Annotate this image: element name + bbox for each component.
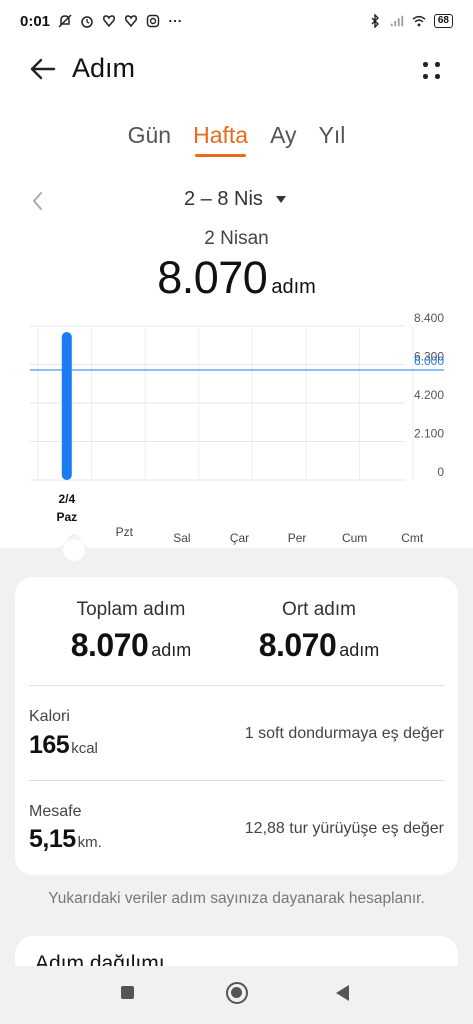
app-header: Adım (0, 50, 473, 90)
selected-steps-value: 8.070 (157, 252, 268, 303)
data-footnote: Yukarıdaki veriler adım sayınıza dayanar… (48, 890, 425, 907)
y-tick-label: 0 (437, 465, 444, 479)
back-triangle-icon[interactable] (336, 985, 349, 1001)
y-tick-label: 4.200 (414, 388, 444, 402)
calorie-value: 165 (29, 731, 70, 759)
total-steps-value: 8.070 (70, 627, 149, 663)
more-options-icon[interactable] (421, 60, 443, 82)
period-selector: 2 – 8 Nis (0, 188, 473, 214)
y-tick-label: 8.400 (414, 311, 444, 325)
caret-down-icon[interactable] (276, 196, 286, 203)
x-tick-label: Cum (342, 531, 367, 545)
back-arrow-icon[interactable] (28, 54, 58, 84)
x-tick-label: Sal (173, 531, 190, 545)
selected-steps-unit: adım (271, 276, 316, 298)
x-tick-label: Çar (230, 531, 249, 545)
chart-bar (61, 332, 72, 480)
total-steps-stat: Toplam adım 8.070 adım (31, 599, 231, 664)
more-dots-icon (169, 19, 181, 23)
system-nav-bar (0, 966, 473, 1024)
alarm-icon (81, 16, 93, 28)
period-tabs: Gün Hafta Ay Yıl (0, 122, 473, 157)
instagram-icon (146, 14, 160, 28)
calorie-stat: 165 kcal (29, 731, 98, 760)
selection-pointer (54, 534, 94, 563)
status-notification-icons (58, 14, 182, 28)
calorie-equivalent: 1 soft dondurmaya eş değer (244, 725, 444, 742)
wifi-icon (412, 15, 426, 27)
period-label[interactable]: 2 – 8 Nis (184, 188, 263, 211)
tab-month[interactable]: Ay (270, 122, 296, 157)
x-tick-label: Per (288, 531, 307, 545)
battery-icon: 68 (433, 14, 453, 28)
x-tick-date-label: 2/4 (58, 492, 75, 506)
selected-date: 2 Nisan (204, 228, 269, 249)
steps-chart[interactable]: 8.400 6.300 4.200 2.100 0 6.000 2/4 Paz Pzt Sal Ça… (0, 300, 473, 550)
average-steps-value: 8.070 (258, 627, 337, 663)
signal-icon (390, 15, 403, 27)
distance-unit: km. (77, 834, 102, 851)
tab-week[interactable]: Hafta (193, 122, 248, 157)
status-system-icons: 68 (368, 14, 453, 28)
distance-value: 5,15 (29, 825, 76, 853)
divider (29, 780, 445, 781)
x-tick-label: Paz (56, 510, 77, 524)
health-icon (125, 15, 138, 28)
total-steps-unit: adım (151, 640, 192, 660)
tab-day[interactable]: Gün (128, 122, 171, 157)
summary-card: Toplam adım 8.070 adım Ort adım 8.070 adım… (15, 577, 458, 875)
distance-equivalent: 12,88 tur yürüyüşe eş değer (244, 820, 444, 837)
status-bar: 0:01 68 (0, 0, 473, 42)
distance-label: Mesafe (29, 803, 82, 820)
mute-icon (58, 14, 72, 28)
chevron-left-icon[interactable] (30, 190, 46, 212)
health-icon (103, 15, 116, 28)
y-tick-label: 2.100 (414, 427, 444, 441)
home-icon[interactable] (226, 982, 248, 1004)
average-steps-stat: Ort adım 8.070 adım (219, 599, 419, 664)
average-steps-unit: adım (339, 640, 380, 660)
tab-year[interactable]: Yıl (319, 122, 346, 157)
average-steps-label: Ort adım (282, 599, 356, 620)
divider (29, 685, 445, 686)
status-time: 0:01 (20, 12, 51, 30)
total-steps-label: Toplam adım (76, 599, 186, 620)
calorie-label: Kalori (29, 708, 70, 725)
calorie-unit: kcal (71, 740, 98, 757)
bluetooth-icon (371, 14, 379, 28)
goal-line-label: 6.000 (414, 354, 444, 368)
recent-apps-icon[interactable] (121, 986, 134, 999)
selected-steps: 8.070 adım (0, 252, 473, 304)
x-tick-label: Pzt (116, 525, 134, 539)
page-title: Adım (72, 53, 136, 83)
steps-bar-chart[interactable]: 8.4006.3004.2002.10006.0002/4PazPzt Sal Ça… (0, 300, 473, 550)
x-tick-label: Cmt (401, 531, 424, 545)
distance-stat: 5,15 km. (29, 825, 102, 854)
